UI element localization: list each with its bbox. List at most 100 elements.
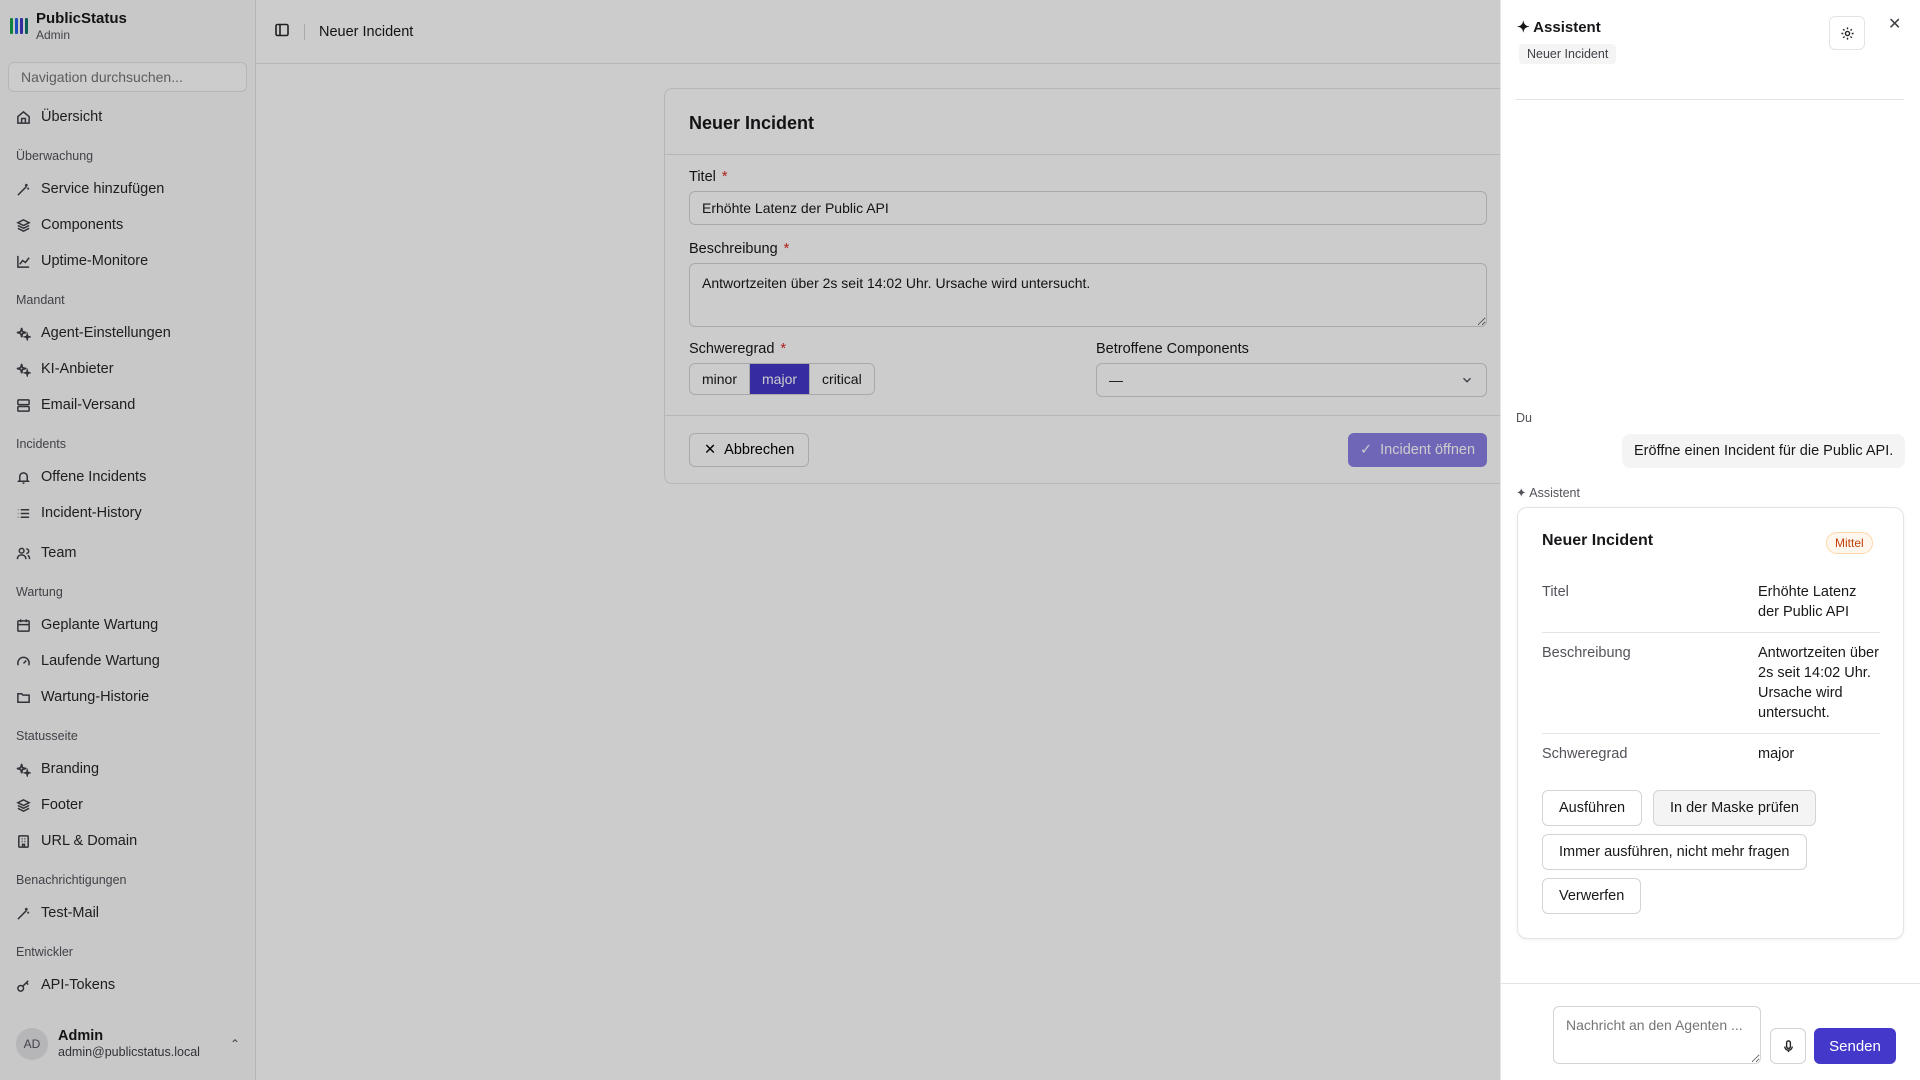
microphone-button[interactable] [1770, 1028, 1806, 1064]
sidebar-item-label: Footer [41, 797, 83, 813]
wand-icon [17, 183, 30, 196]
layers-icon [16, 218, 31, 232]
proposal-row-severity: Schweregrad major [1542, 744, 1880, 764]
chevron-down-icon [1463, 377, 1471, 383]
sidebar-item-uptime[interactable]: Uptime-Monitore [16, 250, 148, 272]
nav-group-developer: Entwickler [16, 945, 73, 959]
sparkles-icon [16, 327, 31, 341]
breadcrumb: Neuer Incident [319, 23, 414, 40]
divider [1542, 733, 1880, 734]
sidebar-item-url-domain[interactable]: URL & Domain [16, 830, 137, 852]
sidebar-item-add-service[interactable]: Service hinzufügen [16, 178, 164, 200]
open-incident-button[interactable]: ✓ Incident öffnen [1348, 433, 1488, 467]
sidebar-item-running-maintenance[interactable]: Laufende Wartung [16, 650, 160, 672]
building-icon [18, 834, 29, 848]
nav-group-statuspage: Statusseite [16, 729, 78, 743]
server-icon [17, 398, 30, 412]
divider [1500, 983, 1920, 984]
cancel-button[interactable]: ✕ Abbrechen [689, 433, 810, 467]
sidebar-item-open-incidents[interactable]: Offene Incidents [16, 466, 146, 488]
sidebar-item-label: Components [41, 217, 124, 233]
description-label: Beschreibung * [689, 241, 790, 257]
sidebar-item-ai-provider[interactable]: KI-Anbieter [16, 358, 114, 380]
row-key: Beschreibung [1542, 645, 1631, 661]
row-key: Schweregrad [1542, 746, 1628, 762]
avatar: AD [16, 1028, 48, 1060]
sidebar: PublicStatus Admin Übersicht Überwachung… [0, 0, 256, 1080]
divider [304, 23, 305, 40]
sidebar-item-footer[interactable]: Footer [16, 794, 83, 816]
severity-minor-button[interactable]: minor [690, 364, 751, 394]
sidebar-item-planned-maintenance[interactable]: Geplante Wartung [16, 614, 158, 636]
send-button[interactable]: Senden [1814, 1028, 1896, 1064]
line-chart-icon [17, 255, 30, 268]
sidebar-item-email[interactable]: Email-Versand [16, 394, 135, 416]
title-input[interactable] [689, 191, 1487, 225]
context-chip: Neuer Incident [1519, 44, 1617, 64]
components-select[interactable]: — [1096, 363, 1487, 397]
brand-logo [10, 18, 28, 34]
sidebar-item-label: Wartung-Historie [41, 689, 150, 705]
users-icon [16, 547, 31, 559]
sidebar-item-components[interactable]: Components [16, 214, 123, 236]
nav-group-incidents: Incidents [16, 437, 67, 451]
nav-group-maintenance: Wartung [16, 585, 63, 599]
bell-icon [17, 471, 30, 484]
row-value: Antwortzeiten über 2s seit 14:02 Uhr. Ur… [1758, 645, 1879, 721]
run-button[interactable]: Ausführen [1542, 790, 1643, 826]
close-icon: ✕ [704, 442, 717, 458]
sidebar-item-label: Service hinzufügen [41, 181, 165, 197]
close-panel-icon[interactable]: ✕ [1888, 14, 1901, 34]
sidebar-item-maintenance-history[interactable]: Wartung-Historie [16, 686, 149, 708]
home-icon [17, 110, 30, 124]
sidebar-item-label: URL & Domain [41, 833, 138, 849]
severity-major-button[interactable]: major [750, 364, 811, 394]
proposal-row-title: Titel Erhöhte Latenz der Public API [1542, 582, 1880, 622]
microphone-icon [1783, 1039, 1793, 1052]
user-message-label: Du [1516, 411, 1532, 425]
components-label: Betroffene Components [1096, 341, 1249, 357]
user-name: Admin [58, 1028, 104, 1044]
sidebar-item-test-mail[interactable]: Test-Mail [16, 902, 99, 924]
check-in-form-button[interactable]: In der Maske prüfen [1653, 790, 1816, 826]
sidebar-item-team[interactable]: Team [16, 542, 76, 564]
sidebar-item-label: Uptime-Monitore [41, 253, 149, 269]
message-input[interactable] [1553, 1006, 1761, 1064]
nav-search-input[interactable] [8, 62, 247, 92]
sidebar-item-label: Team [41, 545, 77, 561]
list-icon [17, 508, 30, 518]
sidebar-toggle-icon[interactable] [274, 22, 290, 42]
brand[interactable]: PublicStatus Admin [10, 10, 127, 42]
severity-critical-button[interactable]: critical [810, 364, 874, 394]
sidebar-item-label: Test-Mail [41, 905, 100, 921]
sidebar-item-branding[interactable]: Branding [16, 758, 99, 780]
sidebar-item-incident-history[interactable]: Incident-History [16, 502, 142, 524]
sidebar-item-label: Übersicht [41, 109, 103, 125]
sidebar-item-label: Incident-History [41, 505, 142, 521]
proposal-row-description: Beschreibung Antwortzeiten über 2s seit … [1542, 643, 1880, 723]
severity-segmented-control: minor major critical [689, 363, 875, 395]
assistant-title: ✦ Assistent [1517, 19, 1601, 36]
cancel-label: Abbrechen [724, 442, 795, 458]
sidebar-item-label: Laufende Wartung [41, 653, 160, 669]
nav-group-monitoring: Überwachung [16, 149, 94, 163]
sidebar-item-api-tokens[interactable]: API-Tokens [16, 974, 115, 996]
risk-badge: Mittel [1826, 532, 1873, 554]
nav-group-tenant: Mandant [16, 293, 65, 307]
settings-button[interactable] [1829, 16, 1865, 50]
folder-icon [17, 692, 30, 703]
user-menu[interactable]: AD Admin admin@publicstatus.local ⌃ [16, 1028, 240, 1060]
title-label: Titel * [689, 169, 728, 185]
discard-button[interactable]: Verwerfen [1542, 878, 1642, 914]
sidebar-item-agent-settings[interactable]: Agent-Einstellungen [16, 322, 171, 344]
chevrons-up-down-icon: ⌃ [229, 1037, 240, 1051]
always-run-button[interactable]: Immer ausführen, nicht mehr fragen [1542, 834, 1807, 870]
sidebar-item-label: Geplante Wartung [41, 617, 159, 633]
sidebar-item-label: KI-Anbieter [41, 361, 114, 377]
proposal-title: Neuer Incident [1542, 532, 1654, 549]
row-key: Titel [1542, 584, 1569, 600]
description-textarea[interactable]: Antwortzeiten über 2s seit 14:02 Uhr. Ur… [689, 263, 1487, 327]
divider [1516, 99, 1904, 100]
sidebar-item-overview[interactable]: Übersicht [16, 106, 102, 128]
select-value: — [1109, 372, 1123, 388]
